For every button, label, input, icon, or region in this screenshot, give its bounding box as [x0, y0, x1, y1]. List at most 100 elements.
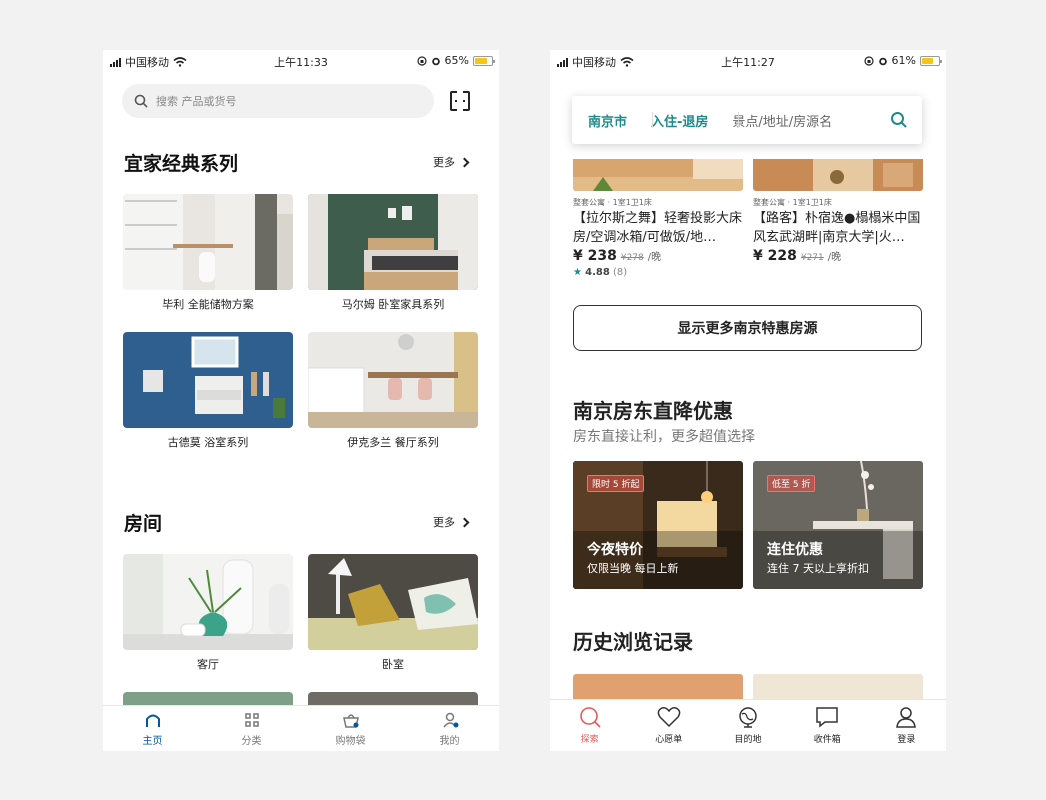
section-title-deals: 南京房东直降优惠 — [573, 399, 733, 423]
tab-cart[interactable]: 购物袋 — [301, 706, 400, 751]
product-card-image[interactable] — [308, 194, 478, 290]
section-title-classic: 宜家经典系列 — [124, 153, 239, 175]
star-icon: ★ — [573, 267, 582, 278]
tab-label: 我的 — [439, 736, 460, 747]
deal-subtitle: 仅限当晚 每日上新 — [587, 562, 679, 575]
listing-title[interactable]: 【路客】朴宿逸●榻榻米中国风玄武湖畔|南京大学|火… — [753, 209, 923, 247]
divider — [652, 112, 653, 128]
deal-tag: 低至 5 折 — [767, 475, 816, 492]
divider — [738, 112, 739, 128]
airbnb-app-screen: 中国移动 上午11:27 61% 南京市 入住-退房 景点/地址/房源名 整套公… — [550, 50, 946, 751]
tab-category[interactable]: 分类 — [202, 706, 301, 751]
tab-label: 主页 — [142, 736, 163, 747]
listing-meta: 整套公寓 · 1室1卫1床 — [753, 198, 832, 207]
tab-home[interactable]: 主页 — [103, 706, 202, 751]
tab-destination[interactable]: 目的地 — [708, 700, 787, 751]
show-more-button[interactable]: 显示更多南京特惠房源 — [573, 305, 922, 351]
room-card-image[interactable] — [308, 554, 478, 650]
review-count: (8) — [613, 267, 628, 278]
bag-icon — [342, 714, 359, 728]
bottom-tab-bar: 主页 分类 购物袋 我的 — [103, 705, 499, 751]
more-label: 更多 — [433, 156, 455, 169]
search-icon — [134, 94, 148, 108]
listing-image[interactable] — [753, 159, 923, 191]
section-title-history: 历史浏览记录 — [573, 630, 693, 654]
deal-card-long-stay[interactable]: 低至 5 折 连住优惠 连住 7 天以上享折扣 — [753, 461, 923, 589]
bottom-tab-bar: 探索 心愿单 目的地 收件箱 登录 — [550, 699, 946, 751]
more-link-classic[interactable]: 更多 — [433, 154, 470, 170]
keyword-input[interactable]: 景点/地址/房源名 — [732, 111, 832, 130]
room-card-image[interactable] — [123, 554, 293, 650]
tab-login[interactable]: 登录 — [867, 700, 946, 751]
globe-icon — [739, 707, 757, 728]
deal-tag: 限时 5 折起 — [587, 475, 645, 492]
card-caption: 客厅 — [197, 658, 219, 671]
tab-label: 登录 — [897, 735, 916, 745]
card-caption: 卧室 — [382, 658, 404, 671]
listing-title[interactable]: 【拉尔斯之舞】轻奢投影大床房/空调冰箱/可做饭/地… — [573, 209, 743, 247]
product-card-image[interactable] — [123, 194, 293, 290]
listing-image[interactable] — [573, 159, 743, 191]
battery-icon — [473, 55, 495, 66]
chevron-right-icon — [459, 517, 470, 527]
tab-label: 分类 — [241, 736, 262, 747]
battery-icon — [920, 55, 942, 66]
lock-rotation-icon — [863, 55, 874, 66]
price-unit: /晚 — [827, 252, 842, 263]
search-bar[interactable]: 南京市 入住-退房 景点/地址/房源名 — [572, 96, 922, 144]
barcode-scan-icon[interactable] — [450, 90, 470, 112]
listing-price: ¥ 228 ¥271 /晚 — [753, 248, 841, 264]
price: ¥ 228 — [753, 248, 797, 264]
product-card-image[interactable] — [308, 332, 478, 428]
user-icon — [896, 707, 917, 728]
listing-meta: 整套公寓 · 1室1卫1床 — [573, 198, 652, 207]
ikea-app-screen: 中国移动 上午11:33 65% 搜索 产品或货号 宜家经典系列 更多 毕利 全… — [103, 50, 499, 751]
deal-title: 连住优惠 — [767, 542, 823, 558]
room-card-image[interactable] — [123, 692, 293, 706]
battery-percent: 65% — [444, 54, 469, 67]
tab-inbox[interactable]: 收件箱 — [788, 700, 867, 751]
deal-card-tonight[interactable]: 限时 5 折起 今夜特价 仅限当晚 每日上新 — [573, 461, 743, 589]
heart-icon — [657, 707, 681, 728]
card-caption: 马尔姆 卧室家具系列 — [341, 298, 445, 311]
user-icon — [442, 712, 458, 728]
status-bar: 中国移动 上午11:27 61% — [550, 50, 946, 72]
tab-profile[interactable]: 我的 — [400, 706, 499, 751]
tab-wishlist[interactable]: 心愿单 — [629, 700, 708, 751]
search-input[interactable]: 搜索 产品或货号 — [122, 84, 434, 118]
home-icon — [145, 714, 160, 727]
room-card-image[interactable] — [308, 692, 478, 706]
section-title-rooms: 房间 — [124, 513, 163, 535]
tab-label: 收件箱 — [813, 735, 841, 745]
tab-label: 购物袋 — [335, 736, 366, 747]
old-price: ¥278 — [620, 253, 644, 263]
price: ¥ 238 — [573, 248, 617, 264]
tab-label: 目的地 — [734, 735, 762, 745]
deal-subtitle: 连住 7 天以上享折扣 — [767, 562, 869, 575]
more-label: 更多 — [433, 516, 455, 529]
card-caption: 伊克多兰 餐厅系列 — [347, 436, 439, 449]
city-selector[interactable]: 南京市 — [588, 111, 627, 130]
listing-rating: ★ 4.88 (8) — [573, 267, 627, 278]
old-price: ¥271 — [800, 253, 824, 263]
status-bar: 中国移动 上午11:33 65% — [103, 50, 499, 72]
more-link-rooms[interactable]: 更多 — [433, 514, 470, 530]
section-subtitle-deals: 房东直接让利，更多超值选择 — [573, 429, 755, 445]
tab-label: 探索 — [580, 735, 599, 745]
rating-value: 4.88 — [585, 267, 610, 278]
grid-icon — [244, 713, 259, 727]
chevron-right-icon — [459, 157, 470, 167]
price-unit: /晚 — [647, 252, 662, 263]
product-card-image[interactable] — [123, 332, 293, 428]
lock-rotation-icon — [416, 55, 427, 66]
card-caption: 毕利 全能储物方案 — [162, 298, 254, 311]
deal-title: 今夜特价 — [587, 542, 643, 558]
tab-label: 心愿单 — [655, 735, 683, 745]
search-icon — [579, 707, 601, 728]
listing-price: ¥ 238 ¥278 /晚 — [573, 248, 661, 264]
battery-percent: 61% — [891, 54, 916, 67]
date-selector[interactable]: 入住-退房 — [651, 111, 708, 130]
tab-explore[interactable]: 探索 — [550, 700, 629, 751]
search-icon[interactable] — [890, 111, 908, 129]
chat-icon — [816, 707, 838, 728]
